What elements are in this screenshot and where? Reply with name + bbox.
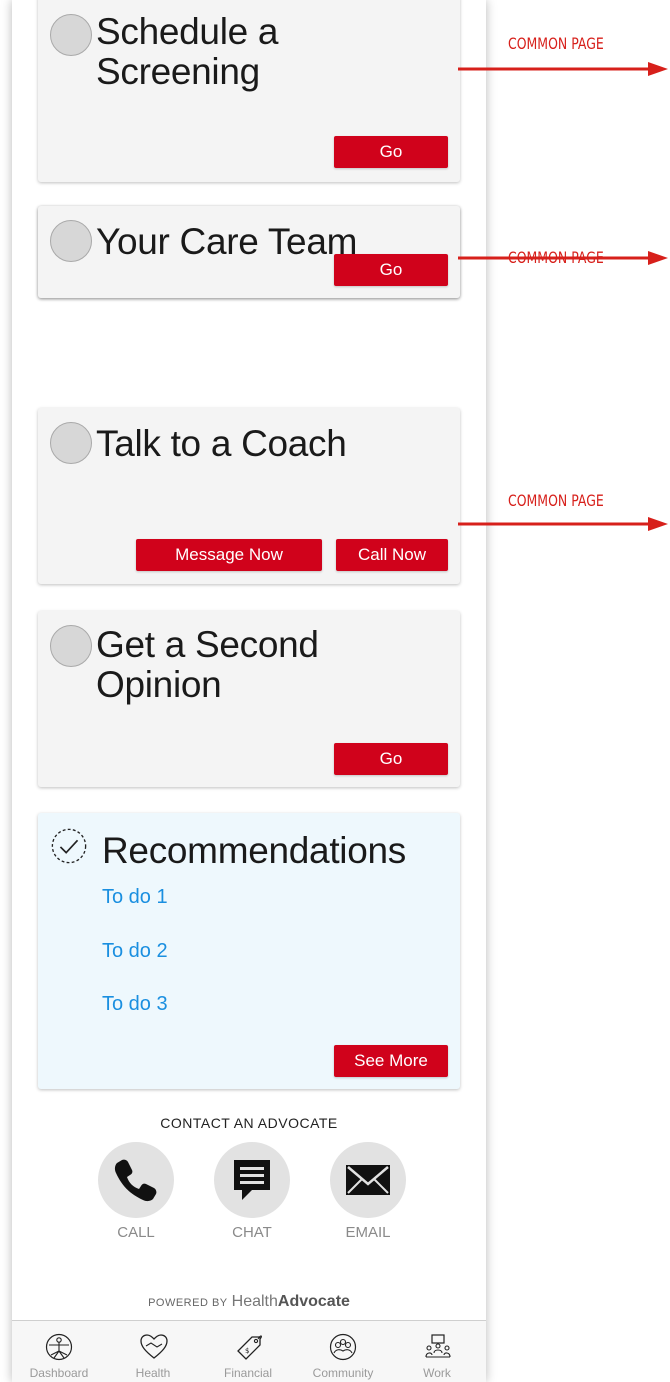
status-circle xyxy=(50,220,92,262)
tab-label: Financial xyxy=(223,1366,273,1380)
todo-link[interactable]: To do 3 xyxy=(102,993,168,1016)
phone-icon xyxy=(114,1159,157,1202)
annotation-arrow xyxy=(458,62,668,76)
todo-link[interactable]: To do 1 xyxy=(102,886,168,909)
chat-button[interactable] xyxy=(214,1142,290,1218)
envelope-icon xyxy=(346,1165,390,1195)
card-title: Your Care Team xyxy=(96,221,358,262)
status-circle xyxy=(50,625,92,667)
svg-text:$: $ xyxy=(245,1347,249,1355)
tab-work[interactable]: Work xyxy=(390,1321,484,1382)
annotation-arrow xyxy=(458,517,668,531)
chat-icon xyxy=(234,1160,270,1200)
todo-link[interactable]: To do 2 xyxy=(102,940,168,963)
status-circle xyxy=(50,14,92,56)
card-title: Get a Second Opinion xyxy=(96,624,319,705)
brand-logo: HealthAdvocate xyxy=(231,1293,350,1310)
contact-heading: CONTACT AN ADVOCATE xyxy=(160,1115,338,1131)
card-title: Schedule a Screening xyxy=(96,11,279,92)
call-button[interactable] xyxy=(98,1142,174,1218)
bottom-tab-bar: Dashboard Health $ Financial Community W… xyxy=(12,1320,486,1382)
powered-by-prefix: POWERED BY xyxy=(148,1297,228,1309)
email-label: EMAIL xyxy=(345,1224,391,1241)
go-button[interactable]: Go xyxy=(334,136,448,168)
tab-label: Work xyxy=(423,1366,451,1380)
call-now-button[interactable]: Call Now xyxy=(336,539,448,571)
talk-to-coach-card: Talk to a Coach Message Now Call Now xyxy=(38,408,460,584)
heart-hands-icon xyxy=(140,1334,168,1359)
phone-screen: Schedule a Screening Go Your Care Team G… xyxy=(12,0,486,1382)
card-title: Talk to a Coach xyxy=(96,423,347,464)
price-tag-icon: $ xyxy=(237,1335,262,1360)
people-circle-icon xyxy=(329,1333,357,1361)
see-more-button[interactable]: See More xyxy=(334,1045,448,1077)
powered-by: POWERED BY HealthAdvocate xyxy=(12,1293,486,1311)
recommendations-card: Recommendations To do 1 To do 2 To do 3 … xyxy=(38,813,460,1089)
tab-label: Health xyxy=(135,1366,171,1380)
call-label: CALL xyxy=(117,1224,155,1241)
go-button[interactable]: Go xyxy=(334,743,448,775)
card-title: Recommendations xyxy=(102,830,406,871)
tab-financial[interactable]: $ Financial xyxy=(201,1321,295,1382)
annotation-arrow xyxy=(458,251,668,265)
second-opinion-card: Get a Second Opinion Go xyxy=(38,611,460,787)
tab-dashboard[interactable]: Dashboard xyxy=(12,1321,106,1382)
email-button[interactable] xyxy=(330,1142,406,1218)
tab-community[interactable]: Community xyxy=(296,1321,390,1382)
check-circle-icon xyxy=(51,828,87,864)
go-button[interactable]: Go xyxy=(334,254,448,286)
meeting-icon xyxy=(425,1334,451,1358)
message-now-button[interactable]: Message Now xyxy=(136,539,322,571)
vitruvian-icon xyxy=(45,1333,73,1361)
status-circle xyxy=(50,422,92,464)
tab-label: Dashboard xyxy=(29,1366,89,1380)
tab-health[interactable]: Health xyxy=(106,1321,200,1382)
tab-label: Community xyxy=(312,1366,374,1380)
chat-label: CHAT xyxy=(232,1224,272,1241)
annotation-label: COMMON PAGE xyxy=(508,34,604,53)
annotation-label: COMMON PAGE xyxy=(508,491,604,510)
schedule-screening-card: Schedule a Screening Go xyxy=(38,0,460,182)
care-team-card-body: Your Care Team Go xyxy=(38,206,460,298)
